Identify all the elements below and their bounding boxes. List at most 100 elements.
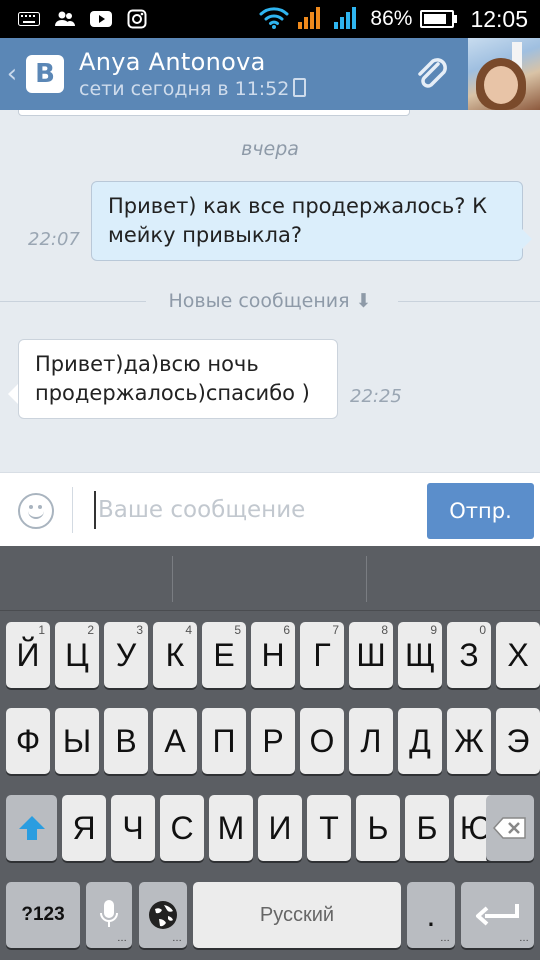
bubble-tail xyxy=(8,384,18,404)
key-label: Ж xyxy=(454,722,484,759)
globe-icon xyxy=(149,901,177,929)
composer-separator xyxy=(72,487,73,533)
key-number-hint: 5 xyxy=(234,623,241,637)
wifi-icon xyxy=(258,5,290,34)
vk-logo[interactable]: B xyxy=(26,55,64,93)
key-label: Л xyxy=(360,722,382,759)
key-Щ[interactable]: Щ9 xyxy=(398,622,442,688)
key-Ф[interactable]: Ф xyxy=(6,708,50,774)
key-Я[interactable]: Я xyxy=(62,795,106,861)
key-М[interactable]: М xyxy=(209,795,253,861)
key-К[interactable]: К4 xyxy=(153,622,197,688)
conversation-header: ‹ B Anya Antonova сети сегодня в 11:52 xyxy=(0,38,540,110)
outgoing-message[interactable]: Привет) как все продержалось? К мейку пр… xyxy=(91,181,523,261)
key-label: Д xyxy=(409,722,431,759)
key-label: П xyxy=(212,722,236,759)
long-press-dots: … xyxy=(117,933,127,944)
key-label: Ш xyxy=(356,636,386,673)
send-button[interactable]: Отпр. xyxy=(427,483,534,539)
key-label: Н xyxy=(261,636,285,673)
key-Е[interactable]: Е5 xyxy=(202,622,246,688)
message-input[interactable] xyxy=(94,491,418,529)
key-number-hint: 9 xyxy=(430,623,437,637)
shift-arrow-icon xyxy=(18,816,45,840)
key-label: Ь xyxy=(367,809,389,846)
message-text: Привет) как все продержалось? К мейку пр… xyxy=(108,194,487,247)
key-number-hint: 7 xyxy=(332,623,339,637)
key-Д[interactable]: Д xyxy=(398,708,442,774)
paperclip-icon[interactable] xyxy=(406,49,456,99)
key-И[interactable]: И xyxy=(258,795,302,861)
message-text: Привет)да)всю ночь продержалось)спасибо … xyxy=(35,352,310,405)
space-key[interactable]: Русский xyxy=(193,882,401,948)
back-chevron-icon[interactable]: ‹ xyxy=(2,59,22,89)
key-Ч[interactable]: Ч xyxy=(111,795,155,861)
key-Б[interactable]: Б xyxy=(405,795,449,861)
message-time: 22:25 xyxy=(350,386,402,407)
key-label: Русский xyxy=(259,903,335,926)
key-Э[interactable]: Э xyxy=(496,708,540,774)
key-label: Ы xyxy=(62,722,92,759)
contact-last-seen: сети сегодня в 11:52 xyxy=(79,78,406,100)
key-Т[interactable]: Т xyxy=(307,795,351,861)
key-С[interactable]: С xyxy=(160,795,204,861)
microphone-icon xyxy=(100,900,118,927)
shift-key[interactable] xyxy=(6,795,57,861)
last-seen-text: сети сегодня в 11:52 xyxy=(79,78,290,100)
day-separator: вчера xyxy=(241,138,299,160)
mic-key[interactable]: … xyxy=(86,882,132,948)
key-П[interactable]: П xyxy=(202,708,246,774)
key-Ш[interactable]: Ш8 xyxy=(349,622,393,688)
symbols-key[interactable]: ?123 xyxy=(6,882,80,948)
long-press-dots: … xyxy=(172,933,182,944)
key-number-hint: 4 xyxy=(185,623,192,637)
contact-info[interactable]: Anya Antonova сети сегодня в 11:52 xyxy=(79,48,406,100)
new-messages-label: Новые сообщения ⬇ xyxy=(168,290,372,312)
signal-icon xyxy=(298,5,326,34)
key-У[interactable]: У3 xyxy=(104,622,148,688)
avatar[interactable] xyxy=(468,38,540,110)
suggestion-separator xyxy=(172,556,173,602)
key-Р[interactable]: Р xyxy=(251,708,295,774)
key-Н[interactable]: Н6 xyxy=(251,622,295,688)
key-number-hint: 0 xyxy=(479,623,486,637)
long-press-dots: … xyxy=(519,933,529,944)
key-label: Г xyxy=(313,636,331,673)
on-screen-keyboard: Й1Ц2У3К4Е5Н6Г7Ш8Щ9З0ХФЫВАПРОЛДЖЭЯЧСМИТЬБ… xyxy=(0,546,540,960)
mobile-icon xyxy=(293,78,307,97)
key-label: М xyxy=(217,809,245,846)
message-composer: Отпр. xyxy=(0,472,540,547)
key-label: . xyxy=(426,896,436,933)
incoming-message[interactable]: Привет)да)всю ночь продержалось)спасибо … xyxy=(18,339,338,419)
avatar-photo-detail xyxy=(484,66,518,104)
key-Й[interactable]: Й1 xyxy=(6,622,50,688)
key-label: Э xyxy=(506,722,530,759)
key-Ц[interactable]: Ц2 xyxy=(55,622,99,688)
backspace-key[interactable] xyxy=(486,795,534,861)
message-list[interactable]: вчера 22:07 Привет) как все продержалось… xyxy=(0,110,540,472)
key-Г[interactable]: Г7 xyxy=(300,622,344,688)
key-Ж[interactable]: Ж xyxy=(447,708,491,774)
key-number-hint: 2 xyxy=(87,623,94,637)
key-О[interactable]: О xyxy=(300,708,344,774)
language-key[interactable]: … xyxy=(139,882,187,948)
period-key[interactable]: .… xyxy=(407,882,455,948)
key-В[interactable]: В xyxy=(104,708,148,774)
key-З[interactable]: З0 xyxy=(447,622,491,688)
key-Л[interactable]: Л xyxy=(349,708,393,774)
key-Ы[interactable]: Ы xyxy=(55,708,99,774)
suggestion-strip[interactable] xyxy=(0,546,540,611)
key-Ь[interactable]: Ь xyxy=(356,795,400,861)
key-Х[interactable]: Х xyxy=(496,622,540,688)
enter-arrow-icon xyxy=(475,904,519,926)
key-label: З xyxy=(459,636,479,673)
key-label: Ф xyxy=(15,722,41,759)
key-label: Щ xyxy=(405,636,435,673)
key-А[interactable]: А xyxy=(153,708,197,774)
enter-key[interactable]: … xyxy=(461,882,534,948)
key-label: Х xyxy=(507,636,529,673)
emoji-icon[interactable] xyxy=(18,493,54,529)
key-label: С xyxy=(170,809,194,846)
key-label: И xyxy=(268,809,292,846)
key-label: А xyxy=(164,722,186,759)
